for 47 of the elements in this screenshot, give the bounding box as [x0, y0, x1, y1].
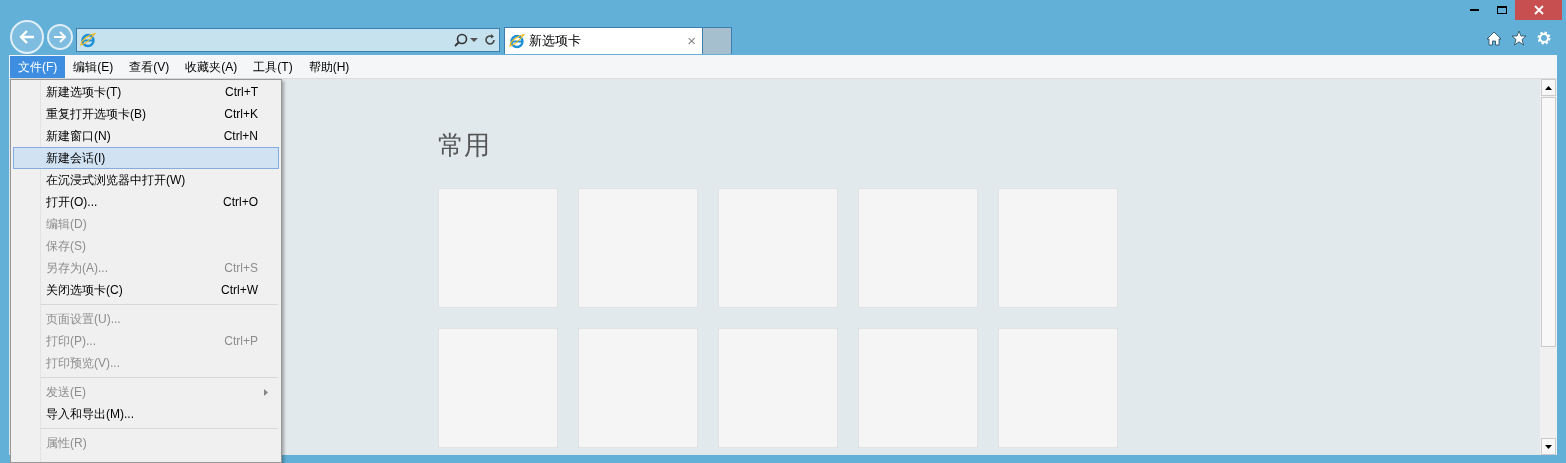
- menu-bar-item[interactable]: 查看(V): [121, 55, 178, 78]
- home-icon[interactable]: [1486, 30, 1502, 46]
- section-heading: 常用: [438, 132, 491, 158]
- scroll-thumb[interactable]: [1541, 97, 1556, 347]
- browser-logo-icon: [80, 32, 96, 48]
- maximize-icon: [1496, 6, 1507, 14]
- submenu-arrow-icon: [264, 388, 268, 396]
- menu-bar-item[interactable]: 收藏夹(A): [177, 55, 246, 78]
- shortcut-label: Ctrl+S: [224, 260, 258, 277]
- scroll-up-button[interactable]: [1541, 79, 1556, 96]
- shortcut-label: Ctrl+K: [224, 106, 258, 123]
- scroll-down-button[interactable]: [1541, 438, 1556, 455]
- shortcut-label: Ctrl+O: [223, 194, 258, 211]
- shortcut-label: Ctrl+P: [224, 333, 258, 350]
- menu-item[interactable]: 打开(O)... Ctrl+O: [13, 191, 279, 213]
- tab-close-button[interactable]: ×: [685, 33, 698, 48]
- menu-item[interactable]: 关闭选项卡(C) Ctrl+W: [13, 279, 279, 301]
- close-icon: [1533, 5, 1544, 15]
- close-button[interactable]: [1515, 0, 1562, 20]
- menu-item[interactable]: 新建选项卡(T) Ctrl+T: [13, 81, 279, 103]
- new-tab-button[interactable]: [703, 26, 732, 54]
- back-arrow-icon: [18, 29, 36, 45]
- menu-item[interactable]: 新建会话(I): [13, 147, 279, 169]
- up-triangle-icon: [1545, 85, 1552, 90]
- shortcut-label: Ctrl+W: [221, 282, 258, 299]
- browser-tab[interactable]: 新选项卡 ×: [504, 26, 703, 54]
- menu-item[interactable]: 新建窗口(N) Ctrl+N: [13, 125, 279, 147]
- star-icon[interactable]: [1511, 30, 1527, 46]
- menu-bar-item[interactable]: 编辑(E): [65, 55, 122, 78]
- address-field[interactable]: [76, 28, 500, 52]
- menu-bar-item[interactable]: 帮助(H): [300, 55, 358, 78]
- menu-item[interactable]: 重复打开选项卡(B) Ctrl+K: [13, 103, 279, 125]
- refresh-icon[interactable]: [484, 34, 496, 46]
- menu-bar-item[interactable]: 工具(T): [245, 55, 301, 78]
- settings-icon[interactable]: [1536, 30, 1552, 46]
- forward-button[interactable]: [47, 24, 73, 50]
- minimize-icon: [1470, 9, 1479, 11]
- shortcut-label: Ctrl+T: [225, 84, 258, 101]
- down-triangle-icon: [1545, 444, 1552, 449]
- browser-logo-icon: [509, 32, 525, 49]
- shortcut-label: Ctrl+N: [223, 128, 258, 145]
- search-icon[interactable]: [454, 33, 468, 47]
- back-button[interactable]: [10, 20, 44, 54]
- menu-item[interactable]: 导入和导出(M)...: [13, 403, 279, 425]
- forward-arrow-icon: [53, 31, 67, 43]
- dropdown-caret-icon[interactable]: [470, 37, 478, 43]
- menu-item[interactable]: 在沉浸式浏览器中打开(W): [13, 169, 279, 191]
